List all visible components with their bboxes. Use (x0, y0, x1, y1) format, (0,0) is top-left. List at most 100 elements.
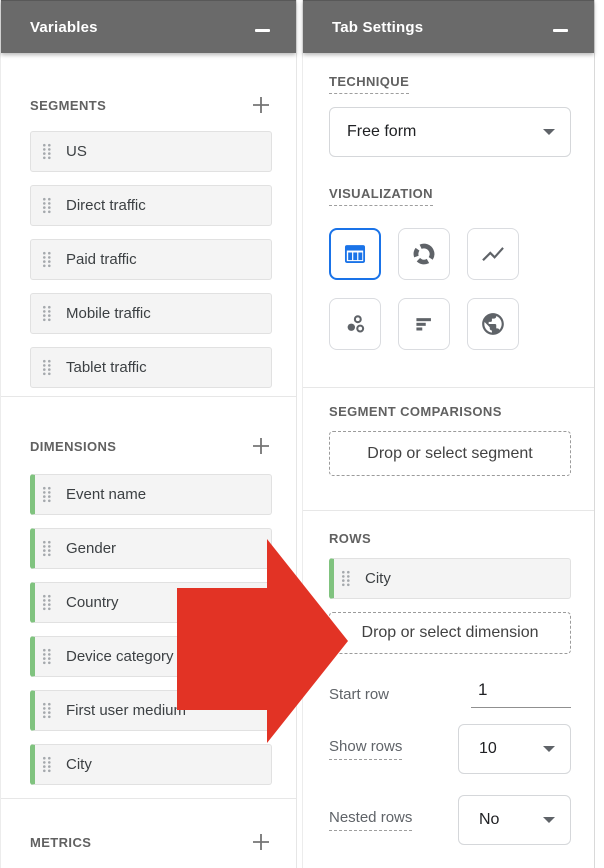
nested-rows-field: Nested rows No (329, 795, 571, 845)
drag-handle-icon (42, 756, 52, 773)
segment-chip-label: Tablet traffic (66, 359, 147, 376)
minimize-icon (552, 29, 568, 32)
segment-chip-label: Paid traffic (66, 251, 137, 268)
variables-title: Variables (30, 18, 98, 36)
bar-chart-icon (416, 318, 431, 331)
dimension-chip[interactable]: Event name (30, 474, 272, 515)
nested-rows-label: Nested rows (329, 809, 413, 831)
variables-minimize-button[interactable] (250, 15, 274, 39)
segment-drop-placeholder: Drop or select segment (367, 444, 533, 462)
metrics-label: METRICS (30, 834, 92, 850)
dimension-chip[interactable]: City (30, 744, 272, 785)
segment-chip-label: US (66, 143, 87, 160)
segment-comparisons-label: SEGMENT COMPARISONS (329, 404, 502, 419)
chevron-down-icon (543, 746, 555, 752)
nested-rows-value: No (479, 811, 500, 828)
variables-body: SEGMENTS US Direct traffic Paid traffic … (1, 94, 296, 853)
dimension-drop-zone[interactable]: Drop or select dimension (329, 612, 571, 654)
add-metric-button[interactable] (250, 831, 272, 853)
drag-handle-icon (42, 305, 52, 322)
segment-chip[interactable]: Direct traffic (30, 185, 272, 226)
divider (1, 396, 296, 397)
variables-panel: Variables SEGMENTS US Direct traffic Pai… (0, 0, 297, 868)
segment-chip-label: Direct traffic (66, 197, 146, 214)
technique-label: TECHNIQUE (329, 74, 410, 94)
tab-settings-title: Tab Settings (332, 18, 424, 36)
segments-label: SEGMENTS (30, 97, 107, 113)
table-chart-icon (344, 245, 366, 263)
dimension-chip[interactable]: Gender (30, 528, 272, 569)
viz-geo-button[interactable] (467, 298, 519, 350)
divider (303, 510, 594, 511)
plus-icon (253, 97, 269, 113)
tab-settings-body: TECHNIQUE Free form VISUALIZATION SEGMEN… (303, 74, 594, 845)
rows-dimension-chip-label: City (365, 570, 391, 587)
scatter-plot-icon (347, 315, 365, 333)
show-rows-select[interactable]: 10 (458, 724, 571, 774)
dimension-chip-label: Device category (66, 648, 174, 665)
show-rows-value: 10 (479, 740, 497, 757)
drag-handle-icon (42, 251, 52, 268)
nested-rows-select[interactable]: No (458, 795, 571, 845)
technique-value: Free form (347, 123, 417, 140)
divider (1, 798, 296, 799)
segments-header-row: SEGMENTS (30, 94, 272, 116)
divider (303, 387, 594, 388)
viz-donut-button[interactable] (398, 228, 450, 280)
chevron-down-icon (543, 129, 555, 135)
segment-chip[interactable]: Tablet traffic (30, 347, 272, 388)
dimensions-header-row: DIMENSIONS (30, 435, 272, 457)
segment-chip[interactable]: Paid traffic (30, 239, 272, 280)
drag-handle-icon (42, 702, 52, 719)
dimension-chip-label: Country (66, 594, 119, 611)
viz-bar-button[interactable] (398, 298, 450, 350)
geo-map-icon (482, 313, 504, 335)
show-rows-field: Show rows 10 (329, 724, 571, 774)
dimension-chip[interactable]: Device category (30, 636, 272, 677)
plus-icon (253, 834, 269, 850)
visualization-picker (329, 228, 571, 350)
add-dimension-button[interactable] (250, 435, 272, 457)
drag-handle-icon (42, 143, 52, 160)
viz-line-button[interactable] (467, 228, 519, 280)
drag-handle-icon (42, 648, 52, 665)
drag-handle-icon (341, 570, 351, 587)
segments-list: US Direct traffic Paid traffic Mobile tr… (30, 131, 272, 388)
donut-chart-icon (413, 243, 435, 265)
start-row-label: Start row (329, 685, 390, 703)
tab-settings-minimize-button[interactable] (548, 15, 572, 39)
start-row-field: Start row (329, 680, 571, 708)
technique-select[interactable]: Free form (329, 107, 571, 157)
segment-chip[interactable]: Mobile traffic (30, 293, 272, 334)
segment-chip-label: Mobile traffic (66, 305, 151, 322)
viz-table-button[interactable] (329, 228, 381, 280)
dimension-chip-label: First user medium (66, 702, 187, 719)
dimension-chip[interactable]: Country (30, 582, 272, 623)
tab-settings-header: Tab Settings (303, 0, 594, 53)
dimension-chip-label: Gender (66, 540, 117, 557)
dimension-chip[interactable]: First user medium (30, 690, 272, 731)
dimension-chip-label: Event name (66, 486, 147, 503)
dimensions-list: Event name Gender Country Device categor… (30, 474, 272, 785)
variables-header: Variables (1, 0, 296, 53)
drag-handle-icon (42, 540, 52, 557)
dimension-chip-label: City (66, 756, 92, 773)
drag-handle-icon (42, 359, 52, 376)
start-row-input[interactable] (471, 680, 571, 708)
line-chart-icon (482, 247, 504, 262)
metrics-header-row: METRICS (30, 831, 272, 853)
tab-settings-panel: Tab Settings TECHNIQUE Free form VISUALI… (302, 0, 595, 868)
dimensions-label: DIMENSIONS (30, 438, 117, 454)
add-segment-button[interactable] (250, 94, 272, 116)
plus-icon (253, 438, 269, 454)
segment-drop-zone[interactable]: Drop or select segment (329, 431, 571, 476)
drag-handle-icon (42, 486, 52, 503)
drag-handle-icon (42, 594, 52, 611)
visualization-label: VISUALIZATION (329, 186, 433, 206)
show-rows-label: Show rows (329, 738, 403, 760)
viz-scatter-button[interactable] (329, 298, 381, 350)
rows-label: ROWS (329, 531, 372, 546)
segment-chip[interactable]: US (30, 131, 272, 172)
rows-dimension-chip[interactable]: City (329, 558, 571, 599)
drag-handle-icon (42, 197, 52, 214)
